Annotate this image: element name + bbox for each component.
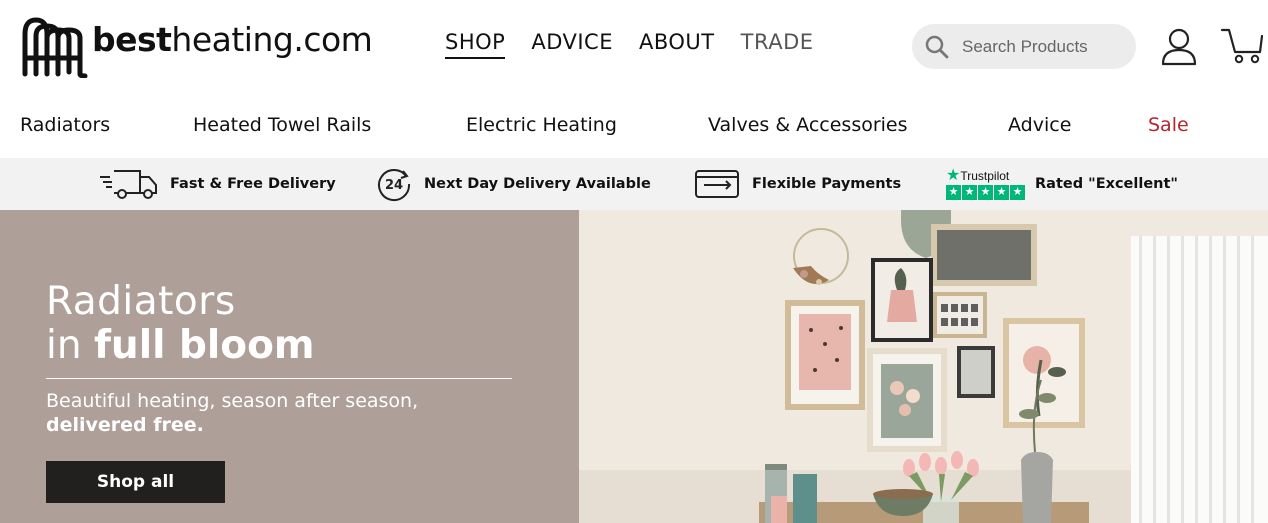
hero-subtitle: Beautiful heating, season after season, (46, 390, 419, 412)
search-icon[interactable] (924, 34, 950, 60)
hero-image (579, 210, 1268, 523)
trustpilot-rating-stars: ★ ★ ★ ★ ★ (946, 184, 1025, 200)
site-header: bestheating.com SHOP ADVICE ABOUT TRADE (0, 0, 1268, 92)
usp-trustpilot[interactable]: ★ Trustpilot ★ ★ ★ ★ ★ Rated "Excellent" (946, 158, 1178, 210)
radiator-logo-icon (22, 17, 88, 78)
logo[interactable]: bestheating.com (20, 14, 373, 78)
category-valves-accessories[interactable]: Valves & Accessories (708, 114, 908, 136)
hero-heading-line1: Radiators (46, 279, 236, 324)
usp-delivery: Fast & Free Delivery (100, 158, 336, 210)
logo-text: bestheating.com (92, 19, 373, 59)
hero-heading-line2: in full bloom (46, 326, 315, 365)
usp-trustpilot-label: Rated "Excellent" (1035, 176, 1178, 192)
delivery-truck-icon (100, 170, 157, 199)
trustpilot-star-icon: ★ (946, 166, 961, 184)
category-heated-towel-rails[interactable]: Heated Towel Rails (193, 114, 371, 136)
hero-divider (46, 378, 512, 379)
category-sale[interactable]: Sale (1148, 114, 1189, 136)
usp-bar: Fast & Free Delivery 24 Next Day Deliver… (0, 158, 1268, 210)
category-nav: Radiators Heated Towel Rails Electric He… (0, 92, 1268, 158)
shop-all-button[interactable]: Shop all (46, 461, 225, 503)
payment-card-icon (695, 170, 739, 198)
nav-about[interactable]: ABOUT (639, 30, 715, 59)
usp-next-day: 24 Next Day Delivery Available (376, 158, 651, 210)
category-advice[interactable]: Advice (1008, 114, 1071, 136)
logo-regular: heating.com (171, 19, 373, 59)
top-nav: SHOP ADVICE ABOUT TRADE (445, 30, 840, 59)
usp-payments-label: Flexible Payments (752, 176, 902, 192)
nav-shop[interactable]: SHOP (445, 30, 506, 59)
search-bar[interactable] (912, 24, 1136, 69)
hero-subtitle-bold: delivered free. (46, 414, 204, 436)
category-radiators[interactable]: Radiators (20, 114, 110, 136)
nav-trade[interactable]: TRADE (741, 30, 814, 59)
usp-delivery-label: Fast & Free Delivery (170, 176, 336, 192)
hero-banner: Radiators in full bloom Beautiful heatin… (0, 210, 1268, 523)
hero-heading-bold: full bloom (93, 323, 315, 368)
hero-heading-thin: in (46, 323, 82, 368)
search-input[interactable] (962, 36, 1122, 57)
living-room-photo[interactable] (579, 210, 1268, 523)
trustpilot-brand: Trustpilot (960, 168, 1010, 183)
category-electric-heating[interactable]: Electric Heating (466, 114, 617, 136)
cart-icon[interactable] (1220, 26, 1264, 66)
logo-bold: best (92, 19, 172, 59)
24-hour-icon-text: 24 (385, 178, 403, 193)
usp-payments: Flexible Payments (694, 158, 901, 210)
nav-advice[interactable]: ADVICE (531, 30, 613, 59)
usp-next-day-label: Next Day Delivery Available (424, 176, 651, 192)
hero-text-panel: Radiators in full bloom Beautiful heatin… (0, 210, 579, 523)
user-icon[interactable] (1160, 26, 1198, 66)
24-hour-icon: 24 (378, 169, 411, 202)
trustpilot-stars-icon: ★ Trustpilot ★ ★ ★ ★ ★ (946, 166, 1025, 200)
